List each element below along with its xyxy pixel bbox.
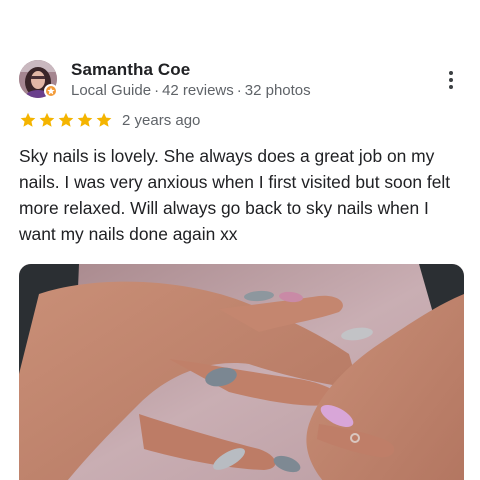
review-date: 2 years ago [122, 111, 201, 129]
meta-separator: · [236, 82, 242, 99]
review-count: 42 reviews [162, 82, 234, 99]
review-text: Sky nails is lovely. She always does a g… [19, 146, 451, 244]
nails-photo [19, 264, 464, 480]
star-rating [19, 111, 113, 129]
star-icon [77, 112, 93, 127]
menu-dot [449, 85, 453, 89]
star-icon [96, 112, 112, 127]
review-card: Samantha Coe Local Guide · 42 reviews · 32 p… [0, 0, 480, 480]
review-photo[interactable] [19, 264, 464, 480]
reviewer-meta[interactable]: Local Guide · 42 reviews · 32 photos [71, 82, 311, 99]
more-vert-icon[interactable] [439, 66, 463, 94]
star-icon [39, 112, 55, 127]
local-guide-star-icon [44, 84, 58, 98]
local-guide-label: Local Guide [71, 82, 152, 99]
review-header: Samantha Coe Local Guide · 42 reviews · 32 p… [19, 60, 465, 100]
star-icon [58, 112, 74, 127]
menu-dot [449, 78, 453, 82]
photo-count: 32 photos [244, 82, 311, 99]
meta-separator: · [154, 82, 160, 99]
reviewer-name[interactable]: Samantha Coe [71, 60, 190, 80]
menu-dot [449, 71, 453, 75]
star-icon [20, 112, 36, 127]
rating-row: 2 years ago [19, 110, 200, 130]
